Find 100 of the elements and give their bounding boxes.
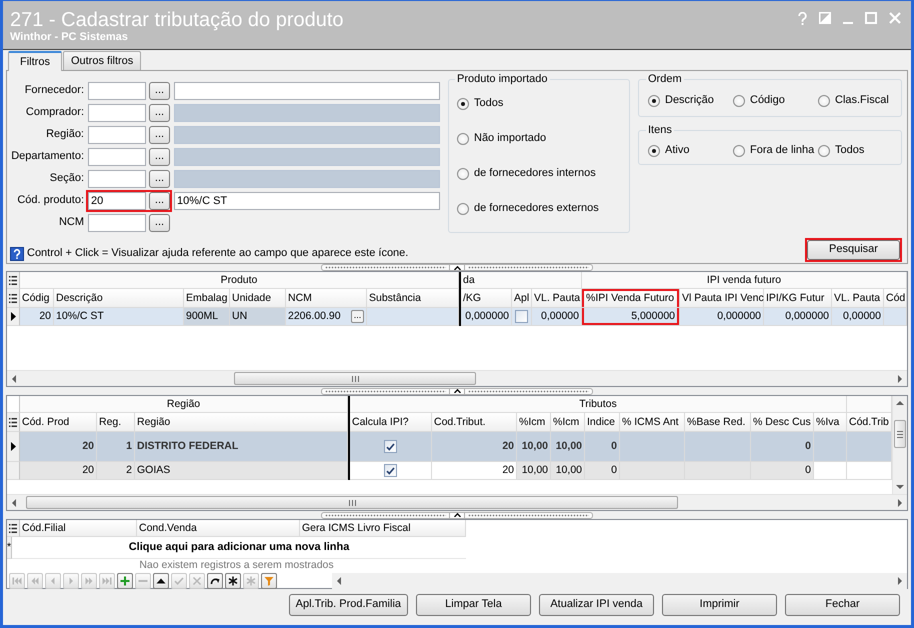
column-chooser-icon[interactable]	[9, 418, 17, 426]
column-header[interactable]: % Desc Cus	[751, 413, 814, 432]
radio-option[interactable]: de fornecedores externos	[457, 202, 621, 216]
column-chooser-icon[interactable]	[9, 524, 17, 532]
column-header[interactable]: Gera ICMS Livro Fiscal	[300, 520, 466, 537]
column-header[interactable]: Cond.Venda	[137, 520, 300, 537]
input-field[interactable]: 20	[88, 192, 146, 210]
radio-icon[interactable]	[818, 145, 830, 157]
collapse-button[interactable]	[449, 512, 465, 518]
input-field[interactable]	[88, 104, 146, 122]
arrow-up-icon[interactable]	[896, 401, 904, 405]
column-header[interactable]: % ICMS Ant	[620, 413, 685, 432]
plus-icon[interactable]	[120, 576, 130, 586]
column-header[interactable]: %Iva	[814, 413, 847, 432]
column-header[interactable]: VL. Pauta	[832, 289, 884, 308]
checkbox[interactable]	[384, 440, 397, 453]
column-header[interactable]: Cód	[884, 289, 907, 308]
radio-icon[interactable]	[733, 95, 745, 107]
radio-option[interactable]: Clas.Fiscal	[818, 94, 903, 108]
arrow-right-icon[interactable]	[898, 577, 902, 585]
horizontal-scrollbar[interactable]	[7, 494, 907, 510]
ellipsis-button[interactable]: ...	[351, 310, 364, 323]
horizontal-scrollbar[interactable]	[7, 370, 907, 386]
action-button[interactable]: Atualizar IPI venda	[539, 594, 654, 616]
scrollbar-thumb[interactable]	[234, 372, 476, 385]
input-field[interactable]	[88, 214, 146, 232]
column-header[interactable]: Cód.Filial	[20, 520, 137, 537]
column-header[interactable]: %Icm	[517, 413, 551, 432]
column-header[interactable]: Substância	[367, 289, 459, 308]
column-header[interactable]: Apl	[512, 289, 532, 308]
column-header[interactable]: %Base Red.	[685, 413, 751, 432]
column-header[interactable]: Embalag	[184, 289, 230, 308]
radio-icon[interactable]	[733, 145, 745, 157]
input-field[interactable]	[88, 126, 146, 144]
ellipsis-button[interactable]: ...	[149, 214, 170, 232]
refresh-icon[interactable]	[210, 576, 220, 586]
ellipsis-button[interactable]: ...	[149, 148, 170, 166]
triangle-up-icon[interactable]	[156, 576, 166, 586]
radio-option[interactable]: Código	[733, 94, 818, 108]
radio-icon[interactable]	[457, 98, 469, 110]
arrow-right-icon[interactable]	[898, 374, 902, 382]
maximize-icon[interactable]	[865, 12, 877, 24]
action-button[interactable]: Imprimir	[662, 594, 777, 616]
column-header[interactable]: NCM	[286, 289, 367, 308]
splitter-handle[interactable]	[321, 388, 593, 394]
column-header[interactable]: Cod.Tribut.	[432, 413, 517, 432]
scrollbar-thumb[interactable]	[894, 420, 906, 448]
radio-option[interactable]: Ativo	[648, 144, 733, 158]
description-field[interactable]: 10%/C ST	[174, 192, 440, 210]
input-field[interactable]	[88, 82, 146, 100]
table-row[interactable]: 20 2 GOIAS 20 10,00 10,00 0 0	[7, 462, 892, 480]
checkbox[interactable]	[384, 464, 397, 477]
column-header[interactable]: Calcula IPI?	[350, 413, 432, 432]
tab[interactable]: Filtros	[8, 51, 62, 71]
radio-icon[interactable]	[648, 145, 660, 157]
collapse-button[interactable]	[449, 265, 465, 270]
column-header[interactable]: Região	[135, 413, 348, 432]
action-button[interactable]: Apl.Trib. Prod.Familia	[288, 594, 408, 616]
column-chooser-icon[interactable]	[9, 276, 17, 284]
action-button[interactable]: Limpar Tela	[416, 594, 531, 616]
column-header[interactable]: Cód.Trib	[847, 413, 892, 432]
radio-option[interactable]: Fora de linha	[733, 144, 818, 158]
input-field[interactable]	[88, 148, 146, 166]
asterisk-icon[interactable]	[228, 576, 238, 586]
radio-option[interactable]: Todos	[818, 144, 903, 158]
arrow-left-icon[interactable]	[12, 498, 16, 506]
row-selector[interactable]	[7, 308, 20, 326]
ellipsis-button[interactable]: ...	[149, 104, 170, 122]
column-header[interactable]: Códig	[20, 289, 54, 308]
radio-icon[interactable]	[457, 168, 469, 180]
radio-icon[interactable]	[648, 95, 660, 107]
table-row[interactable]: 20 10%/C ST 900ML UN 2206.00.90 ... 0,000000 0,00000 5,000000 0,000000 0,000000 0,00000	[7, 308, 907, 326]
row-selector[interactable]	[7, 432, 20, 462]
funnel-icon[interactable]	[264, 576, 274, 586]
checkbox[interactable]	[515, 310, 528, 323]
radio-icon[interactable]	[457, 203, 469, 215]
diagonal-square-icon[interactable]	[819, 12, 831, 24]
radio-option[interactable]: Todos	[457, 97, 621, 111]
navigator-button[interactable]	[207, 573, 223, 589]
scrollbar-thumb[interactable]	[26, 496, 678, 509]
column-header[interactable]: Descrição	[54, 289, 184, 308]
radio-option[interactable]: Descrição	[648, 94, 733, 108]
column-chooser-icon[interactable]	[9, 294, 17, 302]
column-header[interactable]: Unidade	[230, 289, 286, 308]
new-row-prompt[interactable]: Clique aqui para adicionar uma nova linha	[12, 537, 466, 559]
column-header[interactable]: Cód. Prod	[20, 413, 97, 432]
vertical-scrollbar[interactable]	[892, 396, 907, 494]
column-header[interactable]: /KG	[461, 289, 512, 308]
column-header[interactable]: Vl Pauta IPI Venc	[680, 289, 764, 308]
navigator-button[interactable]	[225, 573, 241, 589]
help-icon[interactable]	[798, 12, 807, 25]
arrow-right-icon[interactable]	[898, 498, 902, 506]
horizontal-scrollbar[interactable]	[332, 573, 907, 589]
input-field[interactable]	[88, 170, 146, 188]
search-button[interactable]: Pesquisar	[807, 240, 900, 260]
ellipsis-button[interactable]: ...	[149, 170, 170, 188]
collapse-button[interactable]	[449, 388, 465, 394]
action-button[interactable]: Fechar	[785, 594, 900, 616]
column-header[interactable]: IPI/KG Futur	[764, 289, 832, 308]
arrow-down-icon[interactable]	[896, 485, 904, 489]
